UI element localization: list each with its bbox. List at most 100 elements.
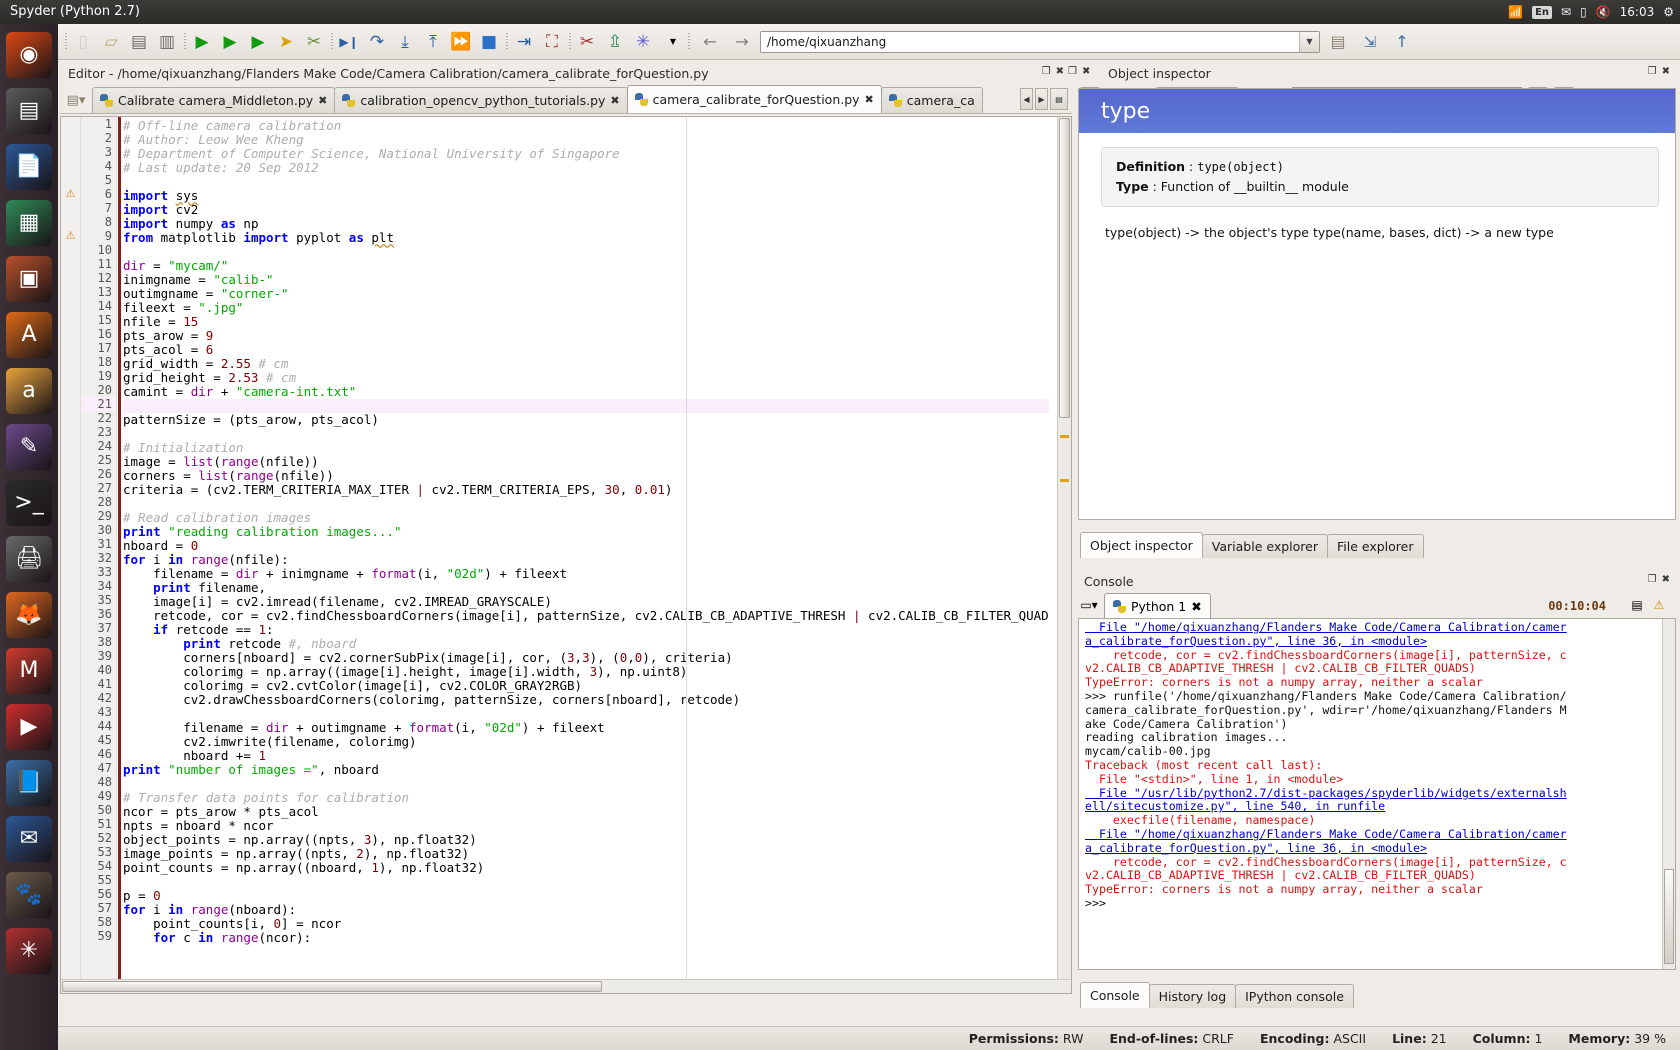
inspector-close-icon-right[interactable]: ✖ (1662, 66, 1670, 77)
close-icon[interactable]: ✖ (318, 94, 327, 107)
ubuntu-dash-icon[interactable]: ◉ (6, 32, 52, 78)
files-icon[interactable]: ▤ (6, 88, 52, 134)
wifi-icon[interactable]: 📶 (1508, 6, 1523, 18)
thunderbird-icon[interactable]: ✉ (6, 816, 52, 862)
battery-icon[interactable]: ▯ (1580, 6, 1587, 18)
tab-scroll-right-icon[interactable]: ▶ (1035, 88, 1048, 110)
mail-icon[interactable]: ✉ (1561, 6, 1571, 18)
libreoffice-writer-icon[interactable]: 📄 (6, 144, 52, 190)
parent-directory-icon[interactable]: ↑ (1388, 28, 1416, 56)
tab-scroll-left-icon[interactable]: ◀ (1020, 88, 1033, 110)
scrollbar-thumb[interactable] (1059, 118, 1070, 418)
console-traceback-link[interactable]: a_calibrate_forQuestion.py", line 36, in… (1085, 634, 1671, 649)
keyboard-layout-indicator[interactable]: En (1532, 5, 1553, 19)
inspector-close-icon[interactable]: ✖ (1082, 66, 1090, 77)
editor-close-icon[interactable]: ✖ (1056, 66, 1064, 77)
close-icon[interactable]: ✖ (865, 93, 874, 106)
editor-tab[interactable]: camera_ca (880, 87, 983, 113)
scrollbar-thumb[interactable] (62, 981, 602, 992)
firefox-icon[interactable]: 🦊 (6, 592, 52, 638)
run-settings-button[interactable]: ▶ (216, 28, 244, 56)
set-console-wd-icon[interactable]: ⇲ (1356, 28, 1384, 56)
warning-icon[interactable]: ⚠ (61, 229, 80, 243)
console-warning-icon[interactable]: ⚠ (1650, 596, 1668, 614)
ubuntu-software-center-icon[interactable]: A (6, 312, 52, 358)
inspector-bottom-tab[interactable]: Variable explorer (1201, 534, 1328, 558)
console-traceback-link[interactable]: ell/sitecustomize.py", line 540, in runf… (1085, 800, 1671, 814)
close-icon[interactable]: ✖ (1191, 599, 1201, 614)
working-directory-input[interactable]: /home/qixuanzhang ▼ (760, 30, 1320, 53)
clock-label[interactable]: 16:03 (1620, 6, 1655, 18)
editor-undock-icon[interactable]: ❐ (1042, 66, 1051, 77)
editor-vertical-scrollbar[interactable] (1057, 117, 1071, 993)
save-file-button[interactable]: ▤ (125, 28, 153, 56)
console-traceback-link[interactable]: File "/home/qixuanzhang/Flanders Make Co… (1085, 620, 1671, 635)
console-traceback-link[interactable]: a_calibrate_forQuestion.py", line 36, in… (1085, 841, 1671, 856)
save-all-button[interactable]: ▥ (153, 28, 181, 56)
libreoffice-impress-icon[interactable]: ▣ (6, 256, 52, 302)
run-cell-button[interactable]: ▶ (244, 28, 272, 56)
spyder-icon[interactable]: ✳ (6, 928, 52, 974)
warning-gutter[interactable]: ⚠ ⚠ (61, 117, 81, 993)
console-undock-icon[interactable]: ❐ (1648, 574, 1657, 585)
new-file-button[interactable]: ▯ (69, 28, 97, 56)
debug-step-into-button[interactable]: ⤓ (391, 28, 419, 56)
console-tab-python1[interactable]: Python 1 ✖ (1104, 593, 1211, 618)
gmail-icon[interactable]: M (6, 648, 52, 694)
console-close-icon[interactable]: ✖ (1662, 574, 1670, 585)
console-traceback-link[interactable]: File "/usr/lib/python2.7/dist-packages/s… (1085, 786, 1671, 801)
warning-icon[interactable]: ⚠ (61, 187, 80, 201)
console-bottom-tab[interactable]: Console (1080, 982, 1150, 1008)
code-editor[interactable]: ⚠ ⚠ 1 2 3 4 5 6 7 8 9 10 11 12 13 14 15 16 17 18 19 20 21 22 23… (60, 116, 1072, 994)
wd-forward-button[interactable]: → (728, 28, 756, 56)
wd-history-dropdown-icon[interactable]: ▼ (665, 28, 681, 56)
console-traceback-link[interactable]: File "/home/qixuanzhang/Flanders Make Co… (1085, 827, 1671, 842)
console-options-icon[interactable]: ▤ (1628, 596, 1646, 614)
inspector-bottom-tab[interactable]: File explorer (1326, 534, 1424, 558)
editor-browse-tabs-icon[interactable]: ▤▾ (64, 89, 88, 111)
console-vertical-scrollbar[interactable] (1662, 619, 1675, 969)
browse-directory-icon[interactable]: ▤ (1324, 28, 1352, 56)
debug-step-return-button[interactable]: ⤒ (419, 28, 447, 56)
system-settings-icon[interactable]: ✎ (6, 424, 52, 470)
inspector-undock-icon[interactable]: ❐ (1068, 66, 1077, 77)
amazon-icon[interactable]: a (6, 368, 52, 414)
wd-back-button[interactable]: ← (696, 28, 724, 56)
fullscreen-button[interactable]: ⛶ (538, 28, 566, 56)
debug-continue-button[interactable]: ⏩ (447, 28, 475, 56)
editor-tab[interactable]: Calibrate camera_Middleton.py ✖ (92, 87, 336, 113)
spyder-about-button[interactable]: ✳ (629, 28, 657, 56)
editor-tab[interactable]: calibration_opencv_python_tutorials.py ✖ (334, 87, 628, 113)
debug-stop-button[interactable]: ■ (475, 28, 503, 56)
gimp-icon[interactable]: 🐾 (6, 872, 52, 918)
volume-muted-icon[interactable]: 🔇 (1596, 6, 1611, 18)
code-text-content[interactable]: # Off-line camera calibration # Author: L… (123, 117, 1049, 993)
debug-step-over-button[interactable]: ↷ (363, 28, 391, 56)
debug-file-button[interactable]: ▶❙ (335, 28, 363, 56)
tab-list-icon[interactable]: ▤ (1050, 88, 1068, 110)
maximize-pane-button[interactable]: ⇥ (510, 28, 538, 56)
power-gear-icon[interactable]: ⚙ (1663, 6, 1674, 18)
scrollbar-thumb[interactable] (1664, 869, 1674, 964)
youtube-icon[interactable]: ▶ (6, 704, 52, 750)
console-bottom-tab[interactable]: IPython console (1235, 984, 1354, 1008)
document-icon[interactable]: 📘 (6, 760, 52, 806)
printer-icon[interactable]: 🖨 (6, 536, 52, 582)
console-output[interactable]: File "/home/qixuanzhang/Flanders Make Co… (1078, 618, 1676, 970)
configure-button[interactable]: ✂ (300, 28, 328, 56)
editor-tab[interactable]: camera_calibrate_forQuestion.py ✖ (626, 85, 882, 113)
console-browse-tabs-icon[interactable]: ▭▾ (1080, 596, 1098, 614)
close-icon[interactable]: ✖ (610, 94, 619, 107)
inspector-bottom-tab[interactable]: Object inspector (1080, 532, 1203, 558)
console-bottom-tab[interactable]: History log (1148, 984, 1237, 1008)
preferences-button[interactable]: ✂ (573, 28, 601, 56)
run-file-button[interactable]: ▶ (188, 28, 216, 56)
libreoffice-calc-icon[interactable]: ▦ (6, 200, 52, 246)
chevron-down-icon[interactable]: ▼ (1299, 31, 1319, 52)
inspector-undock-icon-right[interactable]: ❐ (1648, 66, 1657, 77)
run-selection-button[interactable]: ➤ (272, 28, 300, 56)
open-file-button[interactable]: ▱ (97, 28, 125, 56)
pythonpath-button[interactable]: ⇫ (601, 28, 629, 56)
editor-horizontal-scrollbar[interactable] (61, 979, 1071, 993)
terminal-icon[interactable]: >_ (6, 480, 52, 526)
